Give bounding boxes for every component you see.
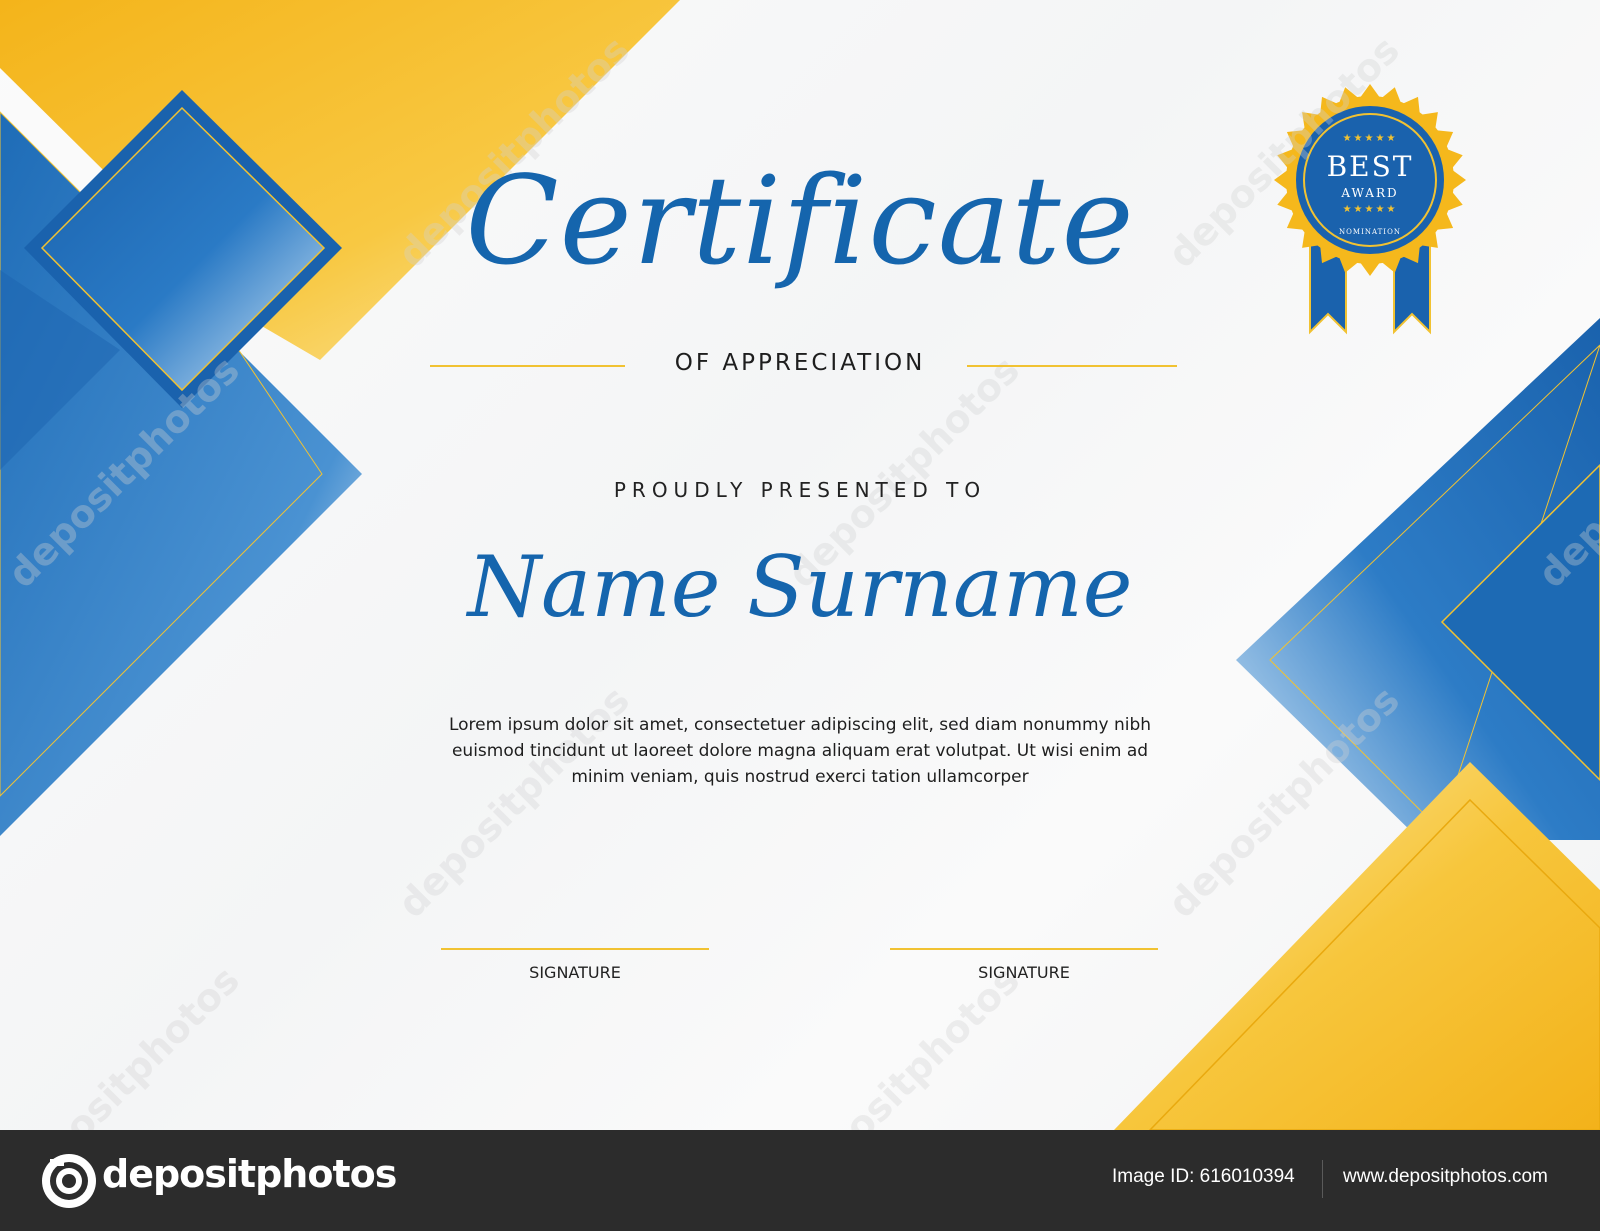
right-blue-shapes [1236, 318, 1600, 840]
badge-stars-top: ★★★★★ [1342, 133, 1398, 144]
recipient-name: Name Surname [467, 538, 1133, 636]
certificate-title: Certificate [465, 150, 1135, 292]
badge-award-text: AWARD [1341, 186, 1399, 200]
website-link[interactable]: www.depositphotos.com [1343, 1166, 1548, 1188]
signature-label-right: SIGNATURE [978, 963, 1070, 982]
badge-stars-bottom: ★★★★★ [1342, 204, 1398, 215]
footer-bar: depositphotos Image ID: 616010394 www.de… [0, 1130, 1600, 1231]
badge-nomination-text: NOMINATION [1339, 228, 1401, 236]
title-divider-right [967, 365, 1177, 367]
camera-logo-icon [42, 1154, 96, 1208]
footer-logo-text: depositphotos [102, 1152, 397, 1196]
signature-label-left: SIGNATURE [529, 963, 621, 982]
badge-best-text: BEST [1326, 150, 1414, 183]
certificate-body-text: Lorem ipsum dolor sit amet, consectetuer… [448, 715, 1152, 787]
signature-line-right [890, 948, 1158, 950]
certificate-subtitle: OF APPRECIATION [674, 350, 926, 376]
image-id-label: Image ID: 616010394 [1112, 1166, 1295, 1187]
signature-line-left [441, 948, 709, 950]
footer-divider [1322, 1160, 1323, 1198]
certificate: ★★★★★ BEST AWARD ★★★★★ NOMINATION deposi… [0, 0, 1600, 1130]
presented-to-label: PROUDLY PRESENTED TO [613, 478, 987, 502]
